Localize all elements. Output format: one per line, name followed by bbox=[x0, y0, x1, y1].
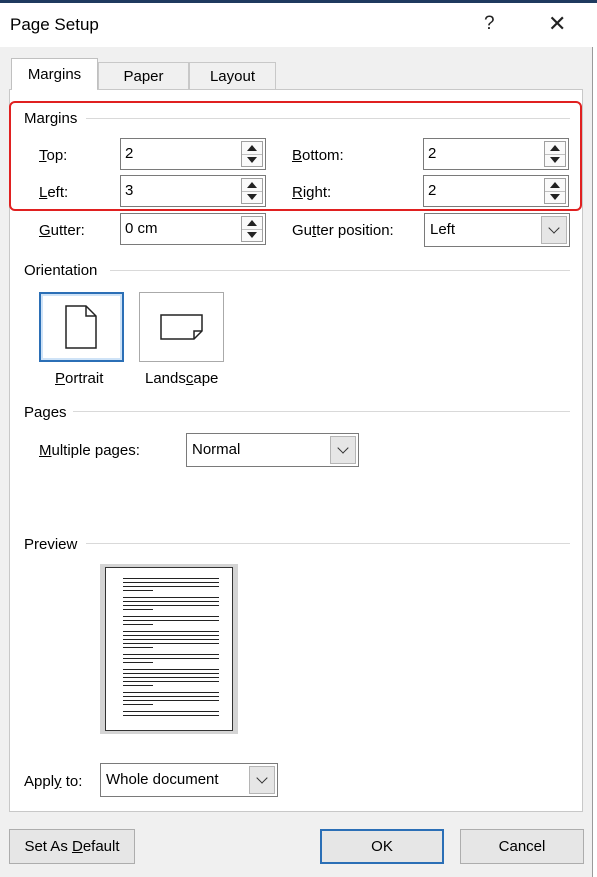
gutter-spinbox[interactable]: 0 cm bbox=[120, 213, 266, 245]
gutter-value: 0 cm bbox=[125, 220, 158, 237]
multiple-pages-label: Multiple pages: bbox=[39, 442, 140, 459]
active-tab-join bbox=[12, 88, 97, 91]
preview-group-label: Preview bbox=[24, 536, 84, 553]
gutter-position-label: Gutter position: bbox=[292, 222, 394, 239]
preview-group-line bbox=[86, 543, 570, 544]
tab-layout[interactable]: Layout bbox=[189, 62, 276, 90]
set-as-default-button[interactable]: Set As Default bbox=[9, 829, 135, 864]
landscape-page-icon bbox=[160, 314, 203, 340]
preview-thumbnail bbox=[100, 564, 238, 734]
ok-button[interactable]: OK bbox=[320, 829, 444, 864]
close-button[interactable]: ✕ bbox=[548, 11, 566, 37]
landscape-label: Landscape bbox=[145, 370, 219, 387]
apply-to-select[interactable]: Whole document bbox=[100, 763, 278, 797]
gutter-label: Gutter: bbox=[39, 222, 85, 239]
orientation-group-line bbox=[110, 270, 570, 271]
help-button[interactable]: ? bbox=[484, 13, 495, 35]
dialog-title: Page Setup bbox=[10, 15, 99, 34]
orientation-group-label: Orientation bbox=[24, 262, 104, 279]
apply-to-value: Whole document bbox=[106, 771, 219, 788]
apply-to-dropdown-button[interactable] bbox=[249, 766, 275, 794]
tab-paper[interactable]: Paper bbox=[98, 62, 189, 90]
pages-group-label: Pages bbox=[24, 404, 73, 421]
portrait-label: Portrait bbox=[55, 370, 104, 387]
gutter-position-select[interactable]: Left bbox=[424, 213, 570, 247]
gutter-position-dropdown-button[interactable] bbox=[541, 216, 567, 244]
multiple-pages-select[interactable]: Normal bbox=[186, 433, 359, 467]
pages-group-line bbox=[72, 411, 570, 412]
gutter-decrement[interactable] bbox=[242, 229, 262, 241]
margins-highlight-box bbox=[9, 101, 582, 211]
preview-page bbox=[105, 567, 233, 731]
apply-to-label: Apply to: bbox=[24, 773, 83, 790]
landscape-option[interactable] bbox=[139, 292, 224, 362]
gutter-spinner bbox=[241, 216, 263, 242]
portrait-page-icon bbox=[65, 305, 97, 349]
chevron-down-icon bbox=[256, 772, 268, 784]
multiple-pages-value: Normal bbox=[192, 441, 241, 458]
cancel-button[interactable]: Cancel bbox=[460, 829, 584, 864]
portrait-option[interactable] bbox=[39, 292, 124, 362]
chevron-down-icon bbox=[548, 222, 560, 234]
tab-margins[interactable]: Margins bbox=[11, 58, 98, 90]
gutter-position-value: Left bbox=[430, 221, 456, 238]
multiple-pages-dropdown-button[interactable] bbox=[330, 436, 356, 464]
arrow-up-icon bbox=[247, 220, 257, 226]
chevron-down-icon bbox=[337, 442, 349, 454]
arrow-down-icon bbox=[247, 232, 257, 238]
